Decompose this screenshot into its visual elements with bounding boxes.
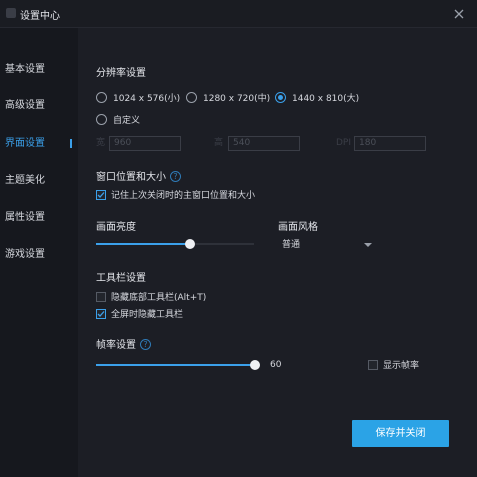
help-icon[interactable]: ?	[140, 339, 151, 350]
check-icon	[97, 191, 105, 198]
height-field[interactable]: 540	[228, 136, 300, 151]
framerate-title: 帧率设置?	[96, 336, 151, 351]
checkbox-unchecked	[96, 291, 106, 302]
help-icon[interactable]: ?	[170, 171, 181, 182]
check-icon	[97, 310, 105, 317]
slider-thumb[interactable]	[250, 360, 260, 370]
sidebar-item-properties[interactable]: 属性设置	[0, 208, 78, 228]
radio-label: 1280 x 720(中)	[203, 94, 271, 104]
settings-panel: 分辨率设置 1024 x 576(小) 1280 x 720(中) 1440 x…	[78, 28, 477, 477]
checkbox-label: 全屏时隐藏工具栏	[111, 310, 184, 320]
checkbox-label: 显示帧率	[383, 361, 420, 371]
radio-label: 1024 x 576(小)	[113, 94, 181, 104]
sidebar: 基本设置 高级设置 界面设置 主题美化 属性设置 游戏设置	[0, 28, 78, 477]
title-bar: 设置中心	[0, 0, 477, 28]
close-icon	[454, 9, 464, 19]
resolution-option-small[interactable]: 1024 x 576(小)	[96, 91, 180, 104]
dpi-prefix: DPI	[336, 138, 352, 148]
sidebar-item-label: 游戏设置	[5, 249, 45, 260]
checkbox-label: 隐藏底部工具栏(Alt+T)	[111, 293, 207, 303]
height-prefix: 高	[214, 138, 224, 148]
checkbox-checked	[96, 189, 106, 200]
width-field[interactable]: 960	[109, 136, 181, 151]
framerate-slider[interactable]	[96, 360, 260, 370]
resolution-option-medium[interactable]: 1280 x 720(中)	[186, 91, 270, 104]
sidebar-item-label: 主题美化	[5, 175, 45, 186]
dpi-field[interactable]: 180	[354, 136, 426, 151]
resolution-option-large[interactable]: 1440 x 810(大)	[275, 91, 359, 104]
style-title: 画面风格	[278, 222, 318, 233]
framerate-label: 帧率设置	[96, 340, 136, 351]
hide-fullscreen-toolbar-checkbox[interactable]: 全屏时隐藏工具栏	[96, 307, 183, 320]
dropdown-value: 普通	[282, 240, 301, 250]
radio-indicator-selected	[275, 92, 286, 103]
save-and-close-button[interactable]: 保存并关闭	[352, 420, 449, 447]
radio-indicator	[186, 92, 197, 103]
chevron-down-icon	[364, 243, 372, 247]
sidebar-item-interface[interactable]: 界面设置	[0, 134, 78, 154]
radio-indicator	[96, 114, 107, 125]
style-dropdown[interactable]: 普通	[278, 237, 374, 253]
toolbar-title: 工具栏设置	[96, 273, 146, 284]
window-position-label: 窗口位置和大小	[96, 172, 166, 183]
brightness-slider[interactable]	[96, 239, 254, 249]
sidebar-item-game[interactable]: 游戏设置	[0, 245, 78, 265]
width-prefix: 宽	[96, 138, 106, 148]
radio-label: 1440 x 810(大)	[292, 94, 360, 104]
slider-fill	[96, 243, 190, 245]
checkbox-checked	[96, 308, 106, 319]
brightness-title: 画面亮度	[96, 222, 136, 233]
close-button[interactable]	[451, 6, 467, 22]
sidebar-item-label: 基本设置	[5, 64, 45, 75]
show-fps-checkbox[interactable]: 显示帧率	[368, 358, 419, 371]
slider-fill	[96, 364, 255, 366]
radio-label: 自定义	[113, 116, 141, 126]
sidebar-item-label: 高级设置	[5, 100, 45, 111]
active-indicator	[70, 139, 72, 148]
sidebar-item-label: 属性设置	[5, 212, 45, 223]
sidebar-item-label: 界面设置	[5, 138, 45, 149]
resolution-title: 分辨率设置	[96, 68, 146, 79]
window-title: 设置中心	[20, 11, 60, 22]
checkbox-label: 记住上次关闭时的主窗口位置和大小	[111, 191, 256, 201]
window-position-title: 窗口位置和大小?	[96, 168, 181, 183]
framerate-value: 60	[270, 360, 282, 370]
slider-thumb[interactable]	[184, 239, 195, 249]
sidebar-item-theme[interactable]: 主题美化	[0, 171, 78, 191]
checkbox-unchecked	[368, 359, 378, 370]
resolution-option-custom[interactable]: 自定义	[96, 113, 140, 126]
sidebar-item-advanced[interactable]: 高级设置	[0, 96, 78, 116]
radio-indicator	[96, 92, 107, 103]
app-icon	[6, 8, 16, 18]
hide-bottom-toolbar-checkbox[interactable]: 隐藏底部工具栏(Alt+T)	[96, 290, 206, 303]
remember-window-checkbox[interactable]: 记住上次关闭时的主窗口位置和大小	[96, 188, 255, 201]
sidebar-item-basic[interactable]: 基本设置	[0, 60, 78, 80]
